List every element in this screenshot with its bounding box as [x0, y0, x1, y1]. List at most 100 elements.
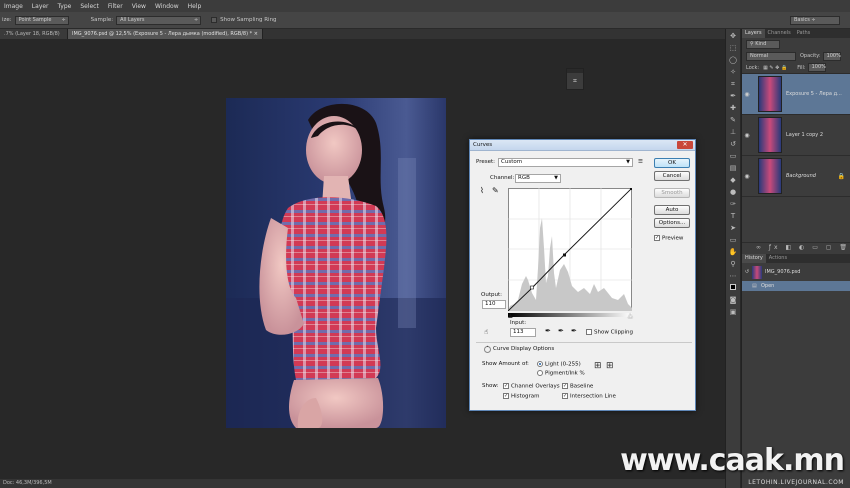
menu-filter[interactable]: Filter	[108, 3, 123, 10]
tab-actions[interactable]: Actions	[766, 254, 790, 263]
eraser-tool-icon[interactable]: ▭	[729, 152, 738, 161]
quick-mask-icon[interactable]: ◙	[729, 296, 738, 305]
dodge-tool-icon[interactable]: ●	[729, 188, 738, 197]
gradient-tool-icon[interactable]: ▤	[729, 164, 738, 173]
auto-button[interactable]: Auto	[654, 205, 690, 215]
pen-tool-icon[interactable]: ✑	[729, 200, 738, 209]
targeted-adjust-icon[interactable]: ☝	[484, 328, 488, 336]
lasso-tool-icon[interactable]: ◯	[729, 56, 738, 65]
type-tool-icon[interactable]: T	[729, 212, 738, 221]
lock-icons[interactable]: ▦ ✎ ✥ 🔒	[763, 65, 787, 71]
histogram-toggle[interactable]: ✓ Histogram	[503, 393, 540, 400]
pigment-radio[interactable]	[537, 370, 543, 376]
layer-actions-bar[interactable]: ∞ ƒx ◧ ◐ ▭ ▢ 🗑	[742, 242, 850, 252]
tab-layers[interactable]: Layers	[742, 29, 765, 38]
menu-window[interactable]: Window	[155, 3, 179, 10]
move-tool-icon[interactable]: ✥	[729, 32, 738, 41]
preset-select[interactable]: Custom ▼	[498, 158, 633, 167]
brush-preset-icon[interactable]: ⌗	[567, 73, 583, 89]
zoom-tool-icon[interactable]: ⚲	[729, 260, 738, 269]
dialog-titlebar[interactable]: Curves	[470, 140, 695, 151]
smooth-button[interactable]: Smooth	[654, 188, 690, 198]
channel-overlays-checkbox[interactable]: ✓	[503, 383, 509, 389]
options-button[interactable]: Options...	[654, 218, 690, 228]
curves-graph[interactable]	[508, 188, 632, 311]
color-swatch-icon[interactable]	[729, 284, 738, 293]
blur-tool-icon[interactable]: ◆	[729, 176, 738, 185]
output-field[interactable]: 110	[482, 300, 506, 309]
show-clipping-checkbox[interactable]	[586, 329, 592, 335]
ok-button[interactable]: OK	[654, 158, 690, 168]
pigment-option[interactable]: Pigment/Ink %	[537, 370, 585, 377]
floating-mini-panel[interactable]: ⌗	[566, 68, 584, 90]
cancel-button[interactable]: Cancel	[654, 171, 690, 181]
tab-channels[interactable]: Channels	[765, 29, 794, 38]
history-brush-source-icon[interactable]: ↺	[742, 269, 752, 275]
input-field[interactable]: 113	[510, 328, 536, 337]
marquee-tool-icon[interactable]: ⬚	[729, 44, 738, 53]
document-photo[interactable]	[226, 98, 446, 428]
blend-mode-select[interactable]: Normal	[746, 51, 796, 61]
black-eyedropper-icon[interactable]: ✒	[545, 327, 551, 335]
show-clipping-toggle[interactable]: Show Clipping	[586, 329, 633, 336]
workspace-select[interactable]: Basics ÷	[790, 16, 840, 25]
light-option[interactable]: Light (0-255)	[537, 361, 581, 368]
crop-tool-icon[interactable]: ⌗	[729, 80, 738, 89]
light-radio[interactable]	[537, 361, 543, 367]
histogram-checkbox[interactable]: ✓	[503, 393, 509, 399]
shape-tool-icon[interactable]: ▭	[729, 236, 738, 245]
pencil-icon[interactable]: ✎	[492, 186, 499, 195]
close-button[interactable]: ✕	[677, 141, 693, 149]
white-eyedropper-icon[interactable]: ✒	[571, 327, 577, 335]
tab-history[interactable]: History	[742, 254, 766, 263]
history-snapshot[interactable]: ↺ IMG_9076.psd	[742, 264, 850, 280]
grid-coarse-icon[interactable]: ⊞	[594, 361, 602, 371]
sample-select[interactable]: All Layers ÷	[116, 15, 202, 25]
black-point-slider[interactable]: ▲	[508, 312, 513, 319]
intersection-checkbox[interactable]: ✓	[562, 393, 568, 399]
menu-view[interactable]: View	[132, 3, 146, 10]
layer-row[interactable]: ◉ Background 🔒	[742, 156, 850, 197]
channel-select[interactable]: RGB ▼	[515, 174, 561, 183]
tab-paths[interactable]: Paths	[794, 29, 814, 38]
eye-icon[interactable]: ◉	[742, 173, 752, 180]
layer-filter-select[interactable]: ⚲ Kind	[746, 39, 780, 49]
display-options-toggle[interactable]: ˄ Curve Display Options	[484, 346, 554, 353]
layer-row[interactable]: ◉ Layer 1 copy 2	[742, 115, 850, 156]
preview-toggle[interactable]: ✓ Preview	[654, 235, 683, 242]
channel-overlays-toggle[interactable]: ✓ Channel Overlays	[503, 383, 560, 390]
gray-eyedropper-icon[interactable]: ✒	[558, 327, 564, 335]
layer-row[interactable]: ◉ Exposure 5 - Лера д...	[742, 74, 850, 115]
size-select[interactable]: Point Sample ÷	[14, 15, 69, 25]
menu-layer[interactable]: Layer	[32, 3, 49, 10]
preset-options-icon[interactable]: ☰	[638, 159, 643, 165]
intersection-toggle[interactable]: ✓ Intersection Line	[562, 393, 616, 400]
menu-type[interactable]: Type	[58, 3, 72, 10]
preview-checkbox[interactable]: ✓	[654, 235, 660, 241]
hand-tool-icon[interactable]: ✋	[729, 248, 738, 257]
tab-document-1[interactable]: .7% (Layer 18, RGB/8) * ×	[0, 29, 68, 47]
baseline-checkbox[interactable]: ✓	[562, 383, 568, 389]
brush-tool-icon[interactable]: ✎	[729, 116, 738, 125]
expand-chevron-icon[interactable]: ˄	[484, 346, 491, 353]
healing-tool-icon[interactable]: ✚	[729, 104, 738, 113]
fill-field[interactable]: 100%	[807, 63, 826, 72]
stamp-tool-icon[interactable]: ⊥	[729, 128, 738, 137]
screen-mode-icon[interactable]: ▣	[729, 308, 738, 317]
eyedropper-tool-icon[interactable]: ✒	[729, 92, 738, 101]
more-tools-icon[interactable]: ⋯	[729, 272, 738, 281]
opacity-field[interactable]: 100%	[822, 51, 841, 61]
show-ring-checkbox[interactable]	[211, 17, 218, 23]
quick-select-icon[interactable]: ✧	[729, 68, 738, 77]
menu-image[interactable]: Image	[4, 3, 23, 10]
baseline-toggle[interactable]: ✓ Baseline	[562, 383, 593, 390]
eye-icon[interactable]: ◉	[742, 132, 752, 139]
tab-document-2[interactable]: IMG_9076.psd @ 12,5% (Exposure 5 - Лера …	[68, 29, 263, 39]
path-select-icon[interactable]: ➤	[729, 224, 738, 233]
history-brush-icon[interactable]: ↺	[729, 140, 738, 149]
menu-help[interactable]: Help	[188, 3, 202, 10]
curve-edit-icon[interactable]: ⌇	[480, 186, 484, 195]
history-state[interactable]: ▤ Open	[742, 281, 850, 291]
menu-select[interactable]: Select	[80, 3, 99, 10]
white-point-slider[interactable]: △	[628, 312, 633, 319]
